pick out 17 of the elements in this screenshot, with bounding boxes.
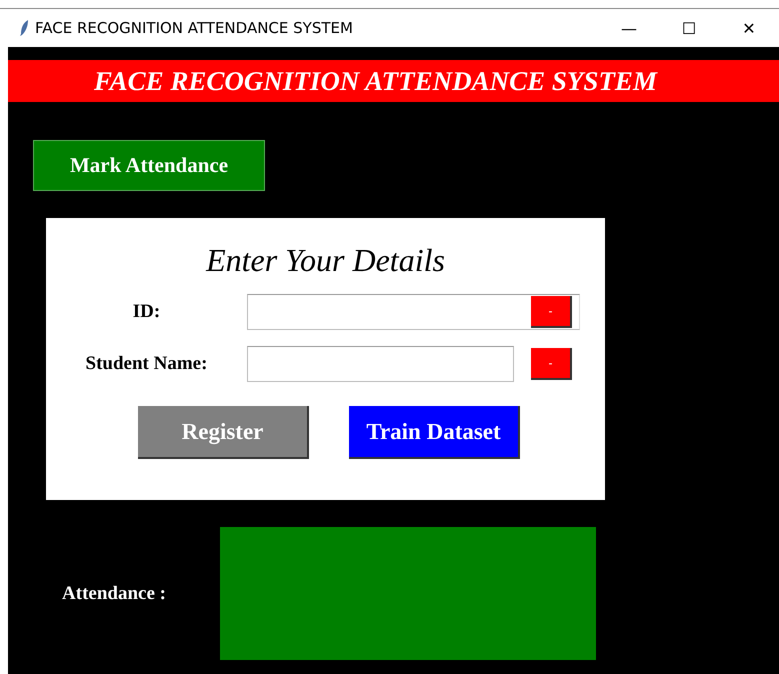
- text-field[interactable]: -: [247, 294, 580, 330]
- clear-button[interactable]: -: [531, 348, 572, 380]
- field-label: Student Name:: [84, 352, 208, 374]
- minimize-button[interactable]: —: [599, 18, 659, 38]
- action-button[interactable]: Register: [138, 406, 309, 459]
- field-label: ID:: [132, 300, 162, 322]
- mark-attendance-button[interactable]: Mark Attendance: [33, 140, 265, 191]
- feather-icon: [20, 20, 29, 36]
- text-field[interactable]: [247, 346, 514, 382]
- close-button[interactable]: ✕: [719, 18, 779, 38]
- form-heading: Enter Your Details: [204, 242, 446, 279]
- maximize-button[interactable]: ☐: [659, 18, 719, 38]
- clear-button[interactable]: -: [531, 296, 572, 328]
- attendance-label: Attendance :: [61, 582, 167, 604]
- window-title: FACE RECOGNITION ATTENDANCE SYSTEM: [35, 19, 354, 37]
- action-button[interactable]: Train Dataset: [349, 406, 520, 459]
- app-banner: FACE RECOGNITION ATTENDANCE SYSTEM: [8, 60, 779, 102]
